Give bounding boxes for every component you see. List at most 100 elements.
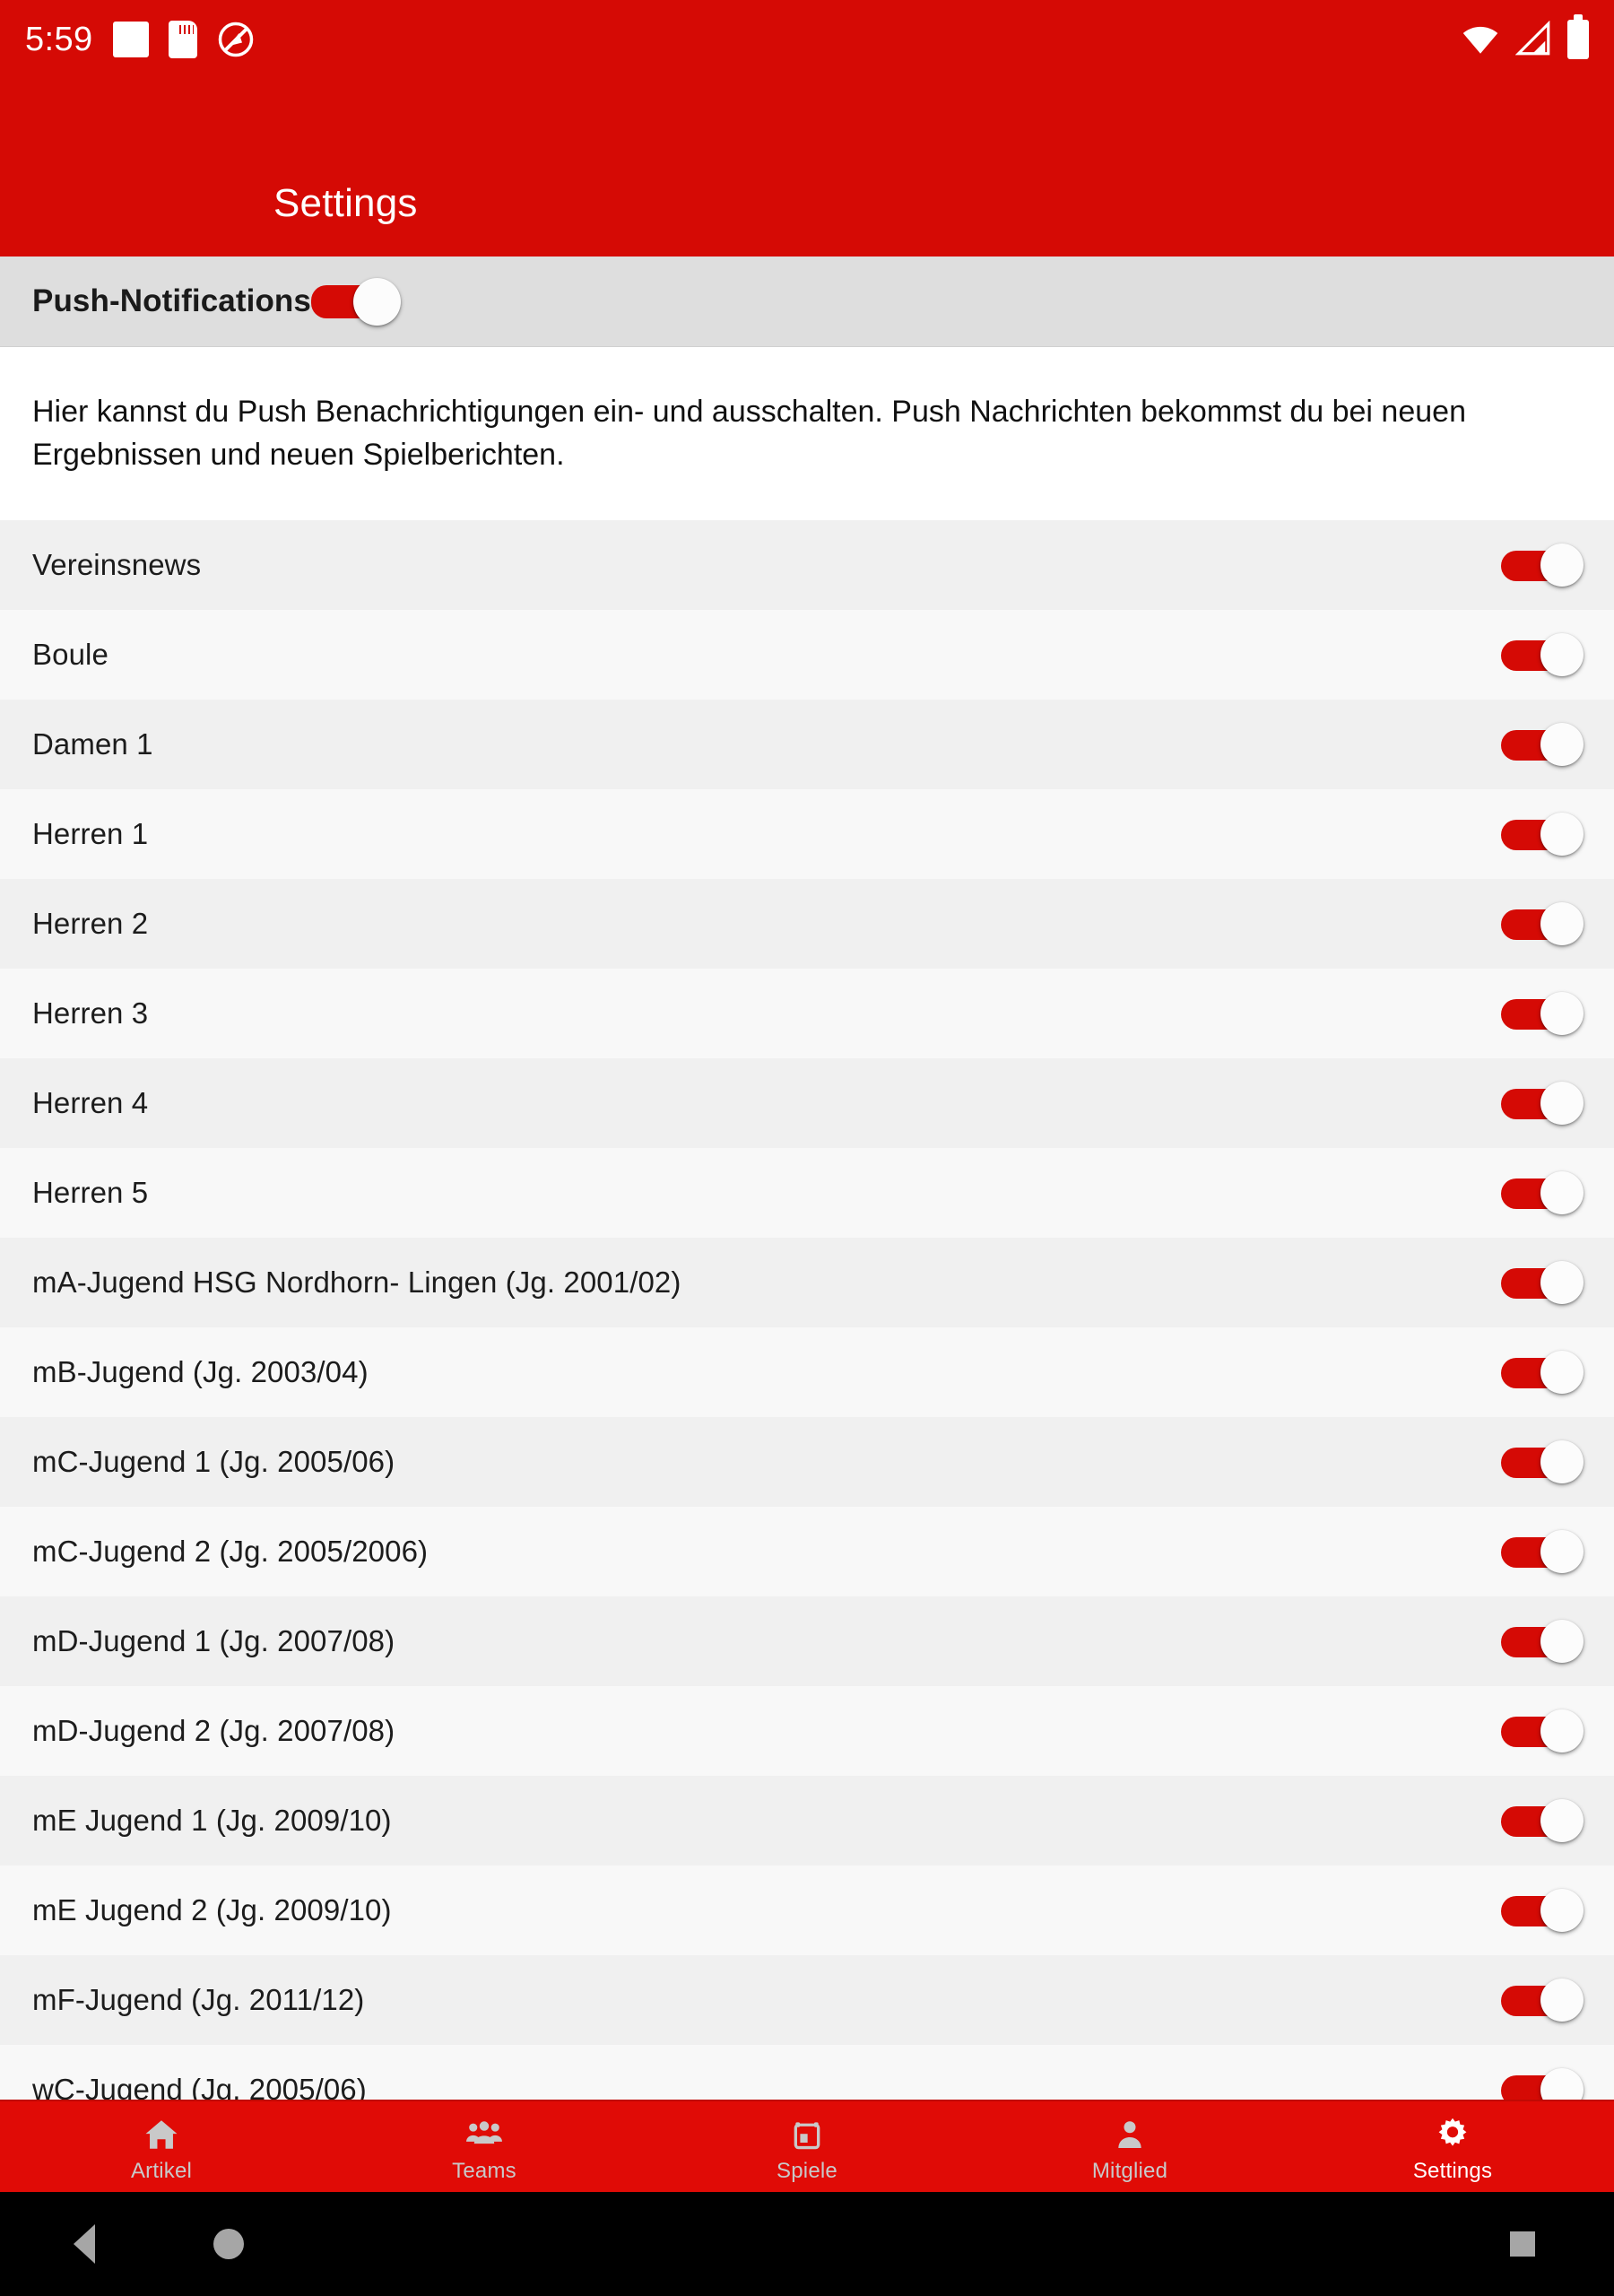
status-bar-right [1460,14,1589,59]
notification-topic-row[interactable]: mA-Jugend HSG Nordhorn- Lingen (Jg. 2001… [0,1237,1614,1327]
notification-topic-row[interactable]: wC-Jugend (Jg. 2005/06) [0,2044,1614,2100]
gear-icon [1434,2116,1471,2153]
location-off-icon [217,21,255,58]
push-notifications-description: Hier kannst du Push Benachrichtigungen e… [0,347,1614,520]
tab-artikel[interactable]: Artikel [0,2101,323,2192]
toggle-thumb [1540,1529,1584,1573]
notification-topic-label: mB-Jugend (Jg. 2003/04) [32,1354,369,1388]
toggle-thumb [1540,991,1584,1035]
notification-topic-row[interactable]: mE Jugend 2 (Jg. 2009/10) [0,1865,1614,1955]
notification-topic-row[interactable]: mD-Jugend 1 (Jg. 2007/08) [0,1596,1614,1686]
bottom-tab-bar[interactable]: Artikel Teams Spiele Mitglied Settings [0,2100,1614,2192]
tab-label: Teams [452,2158,516,2183]
notification-topic-toggle[interactable] [1501,1978,1584,2022]
home-icon [143,2116,180,2153]
toggle-thumb [1540,1798,1584,1842]
notification-topic-label: mD-Jugend 1 (Jg. 2007/08) [32,1623,395,1657]
toggle-thumb [1540,1350,1584,1394]
status-clock: 5:59 [25,20,93,58]
tab-label: Settings [1412,2158,1493,2183]
notification-topic-label: mC-Jugend 1 (Jg. 2005/06) [32,1444,395,1478]
notification-topic-toggle[interactable] [1501,1619,1584,1663]
notification-topic-row[interactable]: mB-Jugend (Jg. 2003/04) [0,1326,1614,1417]
notification-topic-row[interactable]: mD-Jugend 2 (Jg. 2007/08) [0,1685,1614,1776]
notification-topic-toggle[interactable] [1501,2067,1584,2100]
notification-topic-label: mD-Jugend 2 (Jg. 2007/08) [32,1713,395,1747]
notification-topic-label: Herren 5 [32,1175,149,1209]
tab-label: Mitglied [1091,2158,1168,2183]
status-bar-left: 5:59 [25,21,255,59]
notification-topic-toggle[interactable] [1501,812,1584,856]
notification-topic-label: Damen 1 [32,726,153,761]
recent-square-icon[interactable] [1510,2231,1535,2257]
notification-topic-row[interactable]: Damen 1 [0,699,1614,789]
notification-topic-row[interactable]: mC-Jugend 2 (Jg. 2005/2006) [0,1506,1614,1596]
notification-topic-toggle[interactable] [1501,1350,1584,1394]
page-title: Settings [273,181,418,225]
back-triangle-icon[interactable] [74,2224,95,2264]
toggle-thumb [1540,1888,1584,1932]
notification-topic-toggle[interactable] [1501,1798,1584,1842]
notification-topic-toggle[interactable] [1501,991,1584,1035]
battery-icon [1567,14,1589,59]
notification-topic-row[interactable]: Boule [0,609,1614,700]
notification-topic-row[interactable]: mC-Jugend 1 (Jg. 2005/06) [0,1416,1614,1507]
notification-topic-toggle[interactable] [1501,722,1584,766]
notification-topic-label: Herren 4 [32,1085,149,1119]
notification-topic-toggle[interactable] [1501,1888,1584,1932]
notification-topic-toggle[interactable] [1501,1081,1584,1125]
notification-topic-toggle[interactable] [1501,543,1584,587]
toggle-thumb [1540,1709,1584,1752]
notification-topic-label: Herren 3 [32,996,149,1030]
app-screen: 5:59 Settings Push-Notifications Hier ka… [0,0,1614,2296]
notification-topic-row[interactable]: mF-Jugend (Jg. 2011/12) [0,1954,1614,2045]
toggle-thumb [1540,1978,1584,2022]
tab-spiele[interactable]: Spiele [646,2101,968,2192]
toggle-thumb [1540,1170,1584,1214]
person-icon [1111,2116,1149,2153]
toggle-thumb [1540,901,1584,945]
notification-topic-toggle[interactable] [1501,632,1584,676]
notification-topic-row[interactable]: Herren 2 [0,878,1614,969]
toggle-thumb [1540,1260,1584,1304]
wifi-icon [1460,21,1501,58]
notification-topics-list[interactable]: Vereinsnews Boule Damen 1 Herren 1 Herren 2 H… [0,519,1614,2100]
tab-label: Artikel [130,2158,193,2183]
notification-topic-toggle[interactable] [1501,901,1584,945]
toggle-thumb [1540,2067,1584,2100]
notification-topic-toggle[interactable] [1501,1709,1584,1752]
notification-topic-toggle[interactable] [1501,1170,1584,1214]
status-bar: 5:59 [0,0,1614,79]
tab-mitglied[interactable]: Mitglied [968,2101,1291,2192]
notification-topic-toggle[interactable] [1501,1439,1584,1483]
notification-topic-label: mE Jugend 1 (Jg. 2009/10) [32,1803,392,1837]
notification-topic-row[interactable]: Vereinsnews [0,519,1614,610]
notification-topic-row[interactable]: Herren 3 [0,968,1614,1058]
notification-topic-row[interactable]: Herren 5 [0,1147,1614,1238]
push-notifications-header[interactable]: Push-Notifications [0,257,1614,347]
push-notifications-label: Push-Notifications [32,283,311,318]
sd-card-icon [168,21,197,58]
notification-topic-label: mF-Jugend (Jg. 2011/12) [32,1982,365,2016]
toggle-thumb [1540,1439,1584,1483]
push-notifications-master-toggle[interactable] [310,277,401,326]
tab-settings[interactable]: Settings [1291,2101,1614,2192]
toggle-thumb [1540,543,1584,587]
calendar-icon [788,2116,826,2153]
notification-topic-toggle[interactable] [1501,1260,1584,1304]
toggle-thumb [1540,1619,1584,1663]
notification-topic-label: Vereinsnews [32,547,202,581]
notification-topic-row[interactable]: Herren 1 [0,788,1614,879]
notification-topic-row[interactable]: Herren 4 [0,1057,1614,1148]
notification-topic-row[interactable]: mE Jugend 1 (Jg. 2009/10) [0,1775,1614,1866]
toggle-thumb [1540,812,1584,856]
notification-topic-label: Herren 1 [32,816,149,850]
cellular-signal-icon [1514,20,1553,58]
tab-teams[interactable]: Teams [323,2101,646,2192]
toggle-thumb [1540,722,1584,766]
notification-topic-label: mA-Jugend HSG Nordhorn- Lingen (Jg. 2001… [32,1265,681,1299]
group-people-icon [465,2116,503,2153]
home-circle-icon[interactable] [213,2229,244,2259]
toggle-thumb [352,277,401,326]
notification-topic-toggle[interactable] [1501,1529,1584,1573]
